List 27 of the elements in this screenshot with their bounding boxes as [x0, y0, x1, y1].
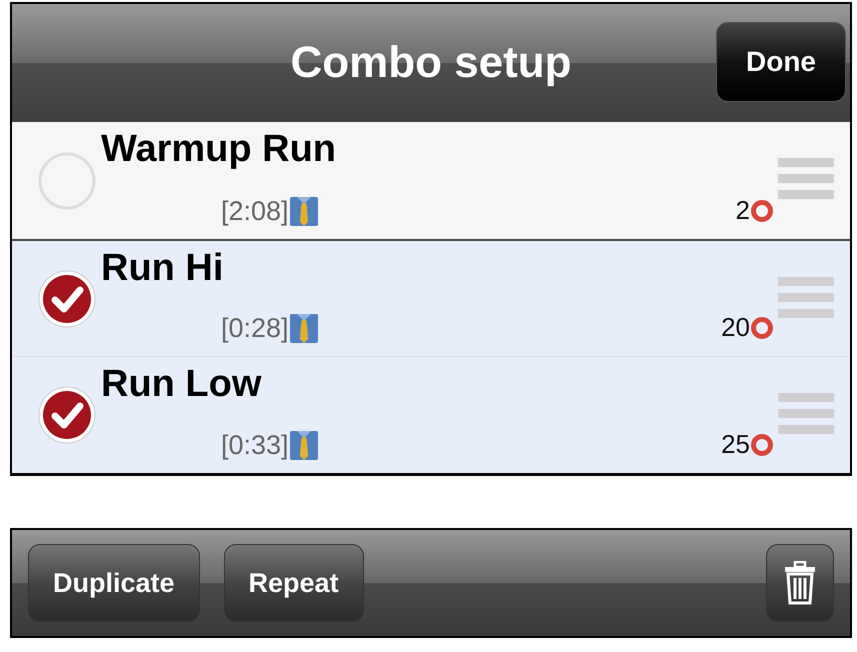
drag-handle-icon[interactable] — [778, 391, 834, 437]
row-count: 20 — [721, 311, 750, 344]
row-title: Run Low — [101, 365, 262, 403]
row-count: 25 — [721, 428, 750, 462]
checkmark-icon[interactable] — [37, 268, 97, 328]
drag-handle-icon[interactable] — [778, 275, 834, 321]
header-title: Combo setup — [290, 37, 572, 89]
row-count: 2 — [736, 194, 750, 228]
shirt-tie-icon — [288, 428, 319, 461]
checkmark-icon[interactable] — [37, 385, 97, 445]
row-time: [0:28] — [221, 312, 289, 345]
shirt-tie-icon — [288, 312, 319, 344]
row-time: [0:33] — [221, 428, 289, 462]
ring-icon — [750, 316, 774, 340]
toolbar-button[interactable]: Repeat — [224, 544, 364, 622]
shirt-tie-icon — [288, 194, 319, 227]
row-title: Warmup Run — [101, 130, 336, 168]
ring-icon — [750, 432, 774, 457]
toolbar-button[interactable]: Duplicate — [28, 544, 200, 622]
ring-icon — [750, 198, 774, 223]
trash-button[interactable] — [766, 544, 834, 622]
done-button[interactable]: Done — [716, 22, 846, 102]
row-time: [2:08] — [221, 194, 289, 228]
trash-icon — [783, 561, 817, 605]
drag-handle-icon[interactable] — [778, 156, 834, 202]
row-title: Run Hi — [101, 249, 224, 287]
empty-circle-icon[interactable] — [37, 150, 97, 210]
